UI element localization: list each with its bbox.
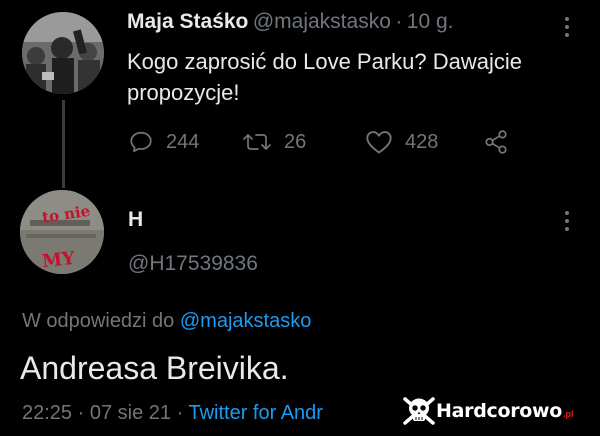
retweet-icon <box>243 134 271 150</box>
thread-connector-line <box>62 100 65 188</box>
tweet-time[interactable]: 10 g. <box>407 10 454 33</box>
avatar-graffiti-image: to nie MY <box>20 190 104 274</box>
tweet-text: Kogo zaprosić do Love Parku? Dawajcie pr… <box>127 46 587 108</box>
share-button[interactable] <box>483 129 521 155</box>
reply-date[interactable]: 07 sie 21 <box>90 402 171 424</box>
reply-bubble-icon <box>130 131 152 153</box>
reply-button[interactable]: 244 <box>128 129 199 155</box>
meta-separator-1: · <box>77 402 85 424</box>
in-reply-to-handle-link[interactable]: @majakstasko <box>180 310 311 332</box>
tweet-text-line-2: propozycje! <box>127 80 240 105</box>
reply-source-link[interactable]: Twitter for Andr <box>188 402 323 424</box>
in-reply-to-label: W odpowiedzi do <box>22 310 175 332</box>
like-count: 428 <box>405 130 439 153</box>
author-handle[interactable]: @majakstasko <box>253 10 391 33</box>
retweet-button[interactable]: 26 <box>242 129 306 155</box>
retweet-count: 26 <box>284 130 307 153</box>
reply-author-handle[interactable]: @H17539836 <box>128 252 258 276</box>
tweet-text-line-1: Kogo zaprosić do Love Parku? Dawajcie <box>127 49 523 74</box>
avatar-graffiti-text-bottom: MY <box>41 248 77 272</box>
tweet-header: Maja Staśko @majakstasko · 10 g. <box>127 10 454 34</box>
dots-vertical-icon <box>565 17 569 37</box>
watermark: Hardcorowo .pl <box>402 394 574 428</box>
avatar-photo <box>22 12 104 94</box>
reply-author-avatar[interactable]: to nie MY <box>20 190 104 274</box>
skull-icon <box>403 397 435 425</box>
reply-author-name[interactable]: H <box>128 208 143 232</box>
dots-vertical-icon <box>565 211 569 231</box>
heart-icon <box>366 131 392 154</box>
watermark-tld: .pl <box>563 409 574 419</box>
in-reply-to: W odpowiedzi do @majakstasko <box>22 310 311 333</box>
author-name[interactable]: Maja Staśko <box>127 10 248 33</box>
header-separator: · <box>395 10 403 33</box>
more-options-icon[interactable] <box>562 16 572 38</box>
share-icon <box>485 130 507 154</box>
watermark-brand: Hardcorowo <box>436 400 563 422</box>
reply-text: Andreasa Breivika. <box>20 350 289 386</box>
meta-separator-2: · <box>176 402 184 424</box>
author-avatar[interactable] <box>22 12 104 94</box>
reply-count: 244 <box>166 130 200 153</box>
reply-more-options-icon[interactable] <box>562 210 572 232</box>
reply-meta: 22:25 · 07 sie 21 · Twitter for Andr <box>22 402 400 425</box>
reply-time[interactable]: 22:25 <box>22 402 72 424</box>
like-button[interactable]: 428 <box>365 129 438 155</box>
